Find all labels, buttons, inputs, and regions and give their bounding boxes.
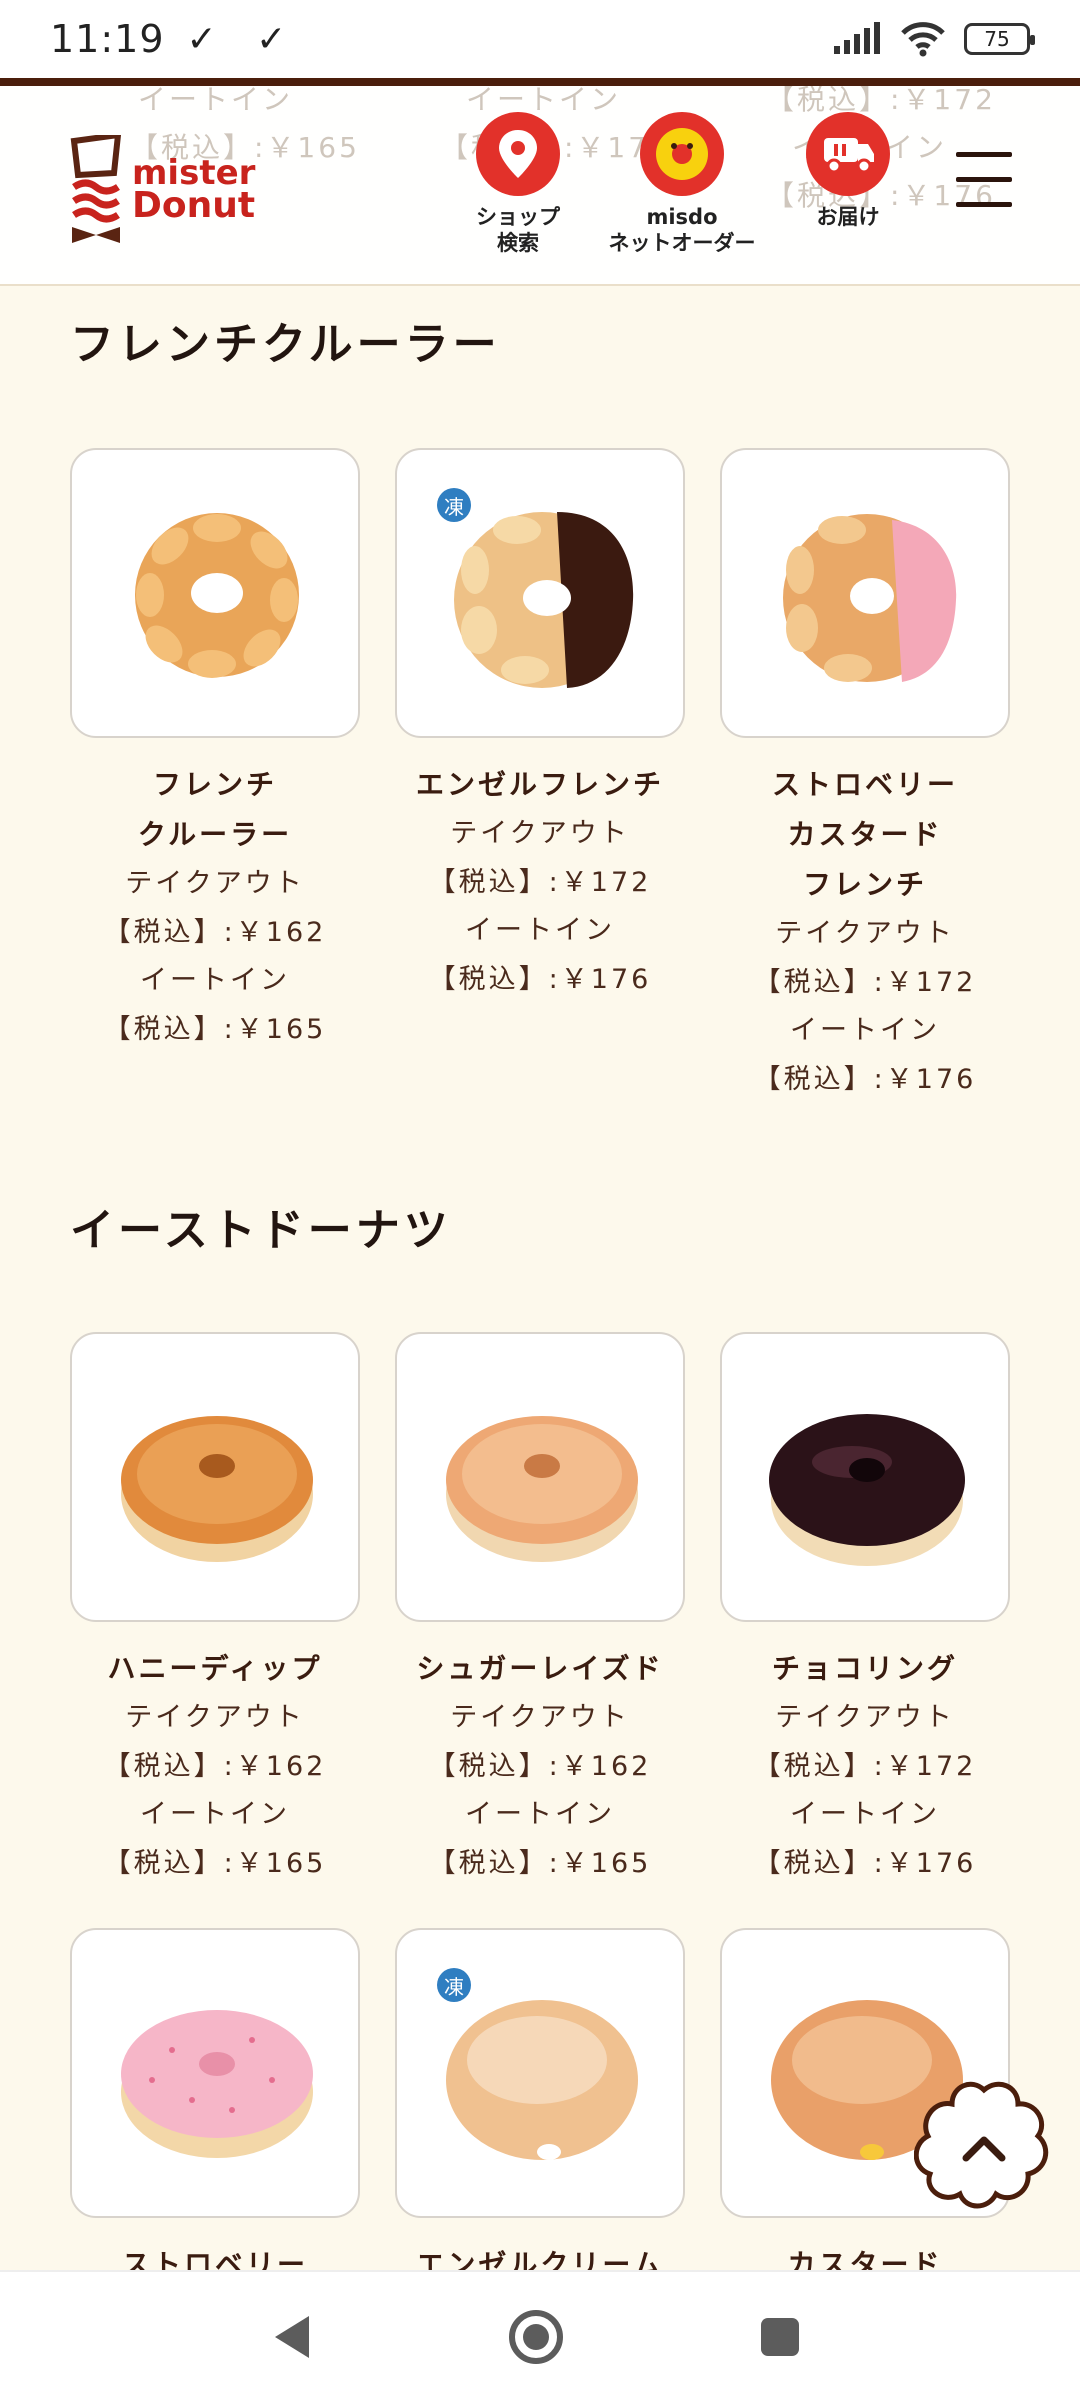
product-name[interactable]: ストロベリー カスタード フレンチ: [720, 760, 1010, 910]
product-price-info: テイクアウト 【税込】:￥172 イートイン 【税込】:￥176: [753, 918, 977, 1095]
delivery-label: お届け: [816, 205, 880, 229]
product-card-strawberry[interactable]: [70, 1928, 360, 2218]
home-circle-icon: [509, 2310, 563, 2364]
product-card-strawberry-custard-french[interactable]: [720, 448, 1010, 738]
product-name[interactable]: チョコリング: [720, 1644, 1010, 1694]
recents-square-icon: [761, 2318, 799, 2356]
logo-text: mister Donut: [132, 156, 256, 227]
mister-donut-logo[interactable]: mister Donut: [66, 130, 256, 250]
logo-mark-icon: [70, 135, 122, 243]
map-pin-icon: [476, 112, 560, 196]
system-navigation-bar: [0, 2270, 1080, 2400]
logo-line-2: Donut: [132, 185, 256, 227]
product-price-info: テイクアウト 【税込】:￥172 イートイン 【税込】:￥176: [753, 1702, 977, 1879]
scroll-to-top-button[interactable]: [914, 2078, 1054, 2218]
donut-image: [121, 2010, 313, 2158]
home-button[interactable]: [476, 2272, 596, 2400]
recents-button[interactable]: [720, 2272, 840, 2400]
product-price-info: テイクアウト 【税込】:￥162 イートイン 【税込】:￥165: [103, 1702, 327, 1879]
net-order-button[interactable]: misdo ネットオーダー: [602, 112, 762, 257]
hamburger-menu-icon[interactable]: [956, 152, 1012, 210]
product-price-info: テイクアウト 【税込】:￥162 イートイン 【税込】:￥165: [428, 1702, 652, 1879]
delivery-button[interactable]: お届け: [768, 112, 928, 230]
status-time: 11:19: [50, 17, 165, 61]
battery-icon: 75: [964, 23, 1035, 55]
delivery-truck-icon: [806, 112, 890, 196]
shop-search-label: ショップ 検索: [476, 205, 560, 256]
product-price-info: テイクアウト 【税込】:￥162 イートイン 【税込】:￥165: [103, 868, 327, 1045]
status-bar: 11:19 ✓ ✓ 75: [0, 0, 1080, 78]
product-name[interactable]: エンゼルフレンチ: [395, 760, 685, 810]
donut-image: [769, 1414, 965, 1566]
product-card-angel-cream[interactable]: 凍: [395, 1928, 685, 2218]
back-button[interactable]: [232, 2272, 352, 2400]
product-card-angel-french[interactable]: 凍: [395, 448, 685, 738]
product-card-sugar-raised[interactable]: [395, 1332, 685, 1622]
battery-level: 75: [984, 27, 1010, 51]
product-card-french-cruller[interactable]: [70, 448, 360, 738]
section-title-french-cruller: フレンチクルーラー: [70, 319, 501, 370]
back-triangle-icon: [275, 2316, 309, 2358]
section-title-yeast-donuts: イーストドーナツ: [70, 1205, 452, 1256]
product-card-chocolate-ring[interactable]: [720, 1332, 1010, 1622]
site-header: イートイン 【税込】:￥165 イートイン 【税込】:￥176 【税込】:￥17…: [0, 86, 1080, 286]
donut-image: [121, 1416, 313, 1562]
donut-image: [783, 514, 957, 682]
product-name[interactable]: シュガーレイズド: [395, 1644, 685, 1694]
shop-search-button[interactable]: ショップ 検索: [438, 112, 598, 257]
product-name[interactable]: ハニーディップ: [70, 1644, 360, 1694]
signal-icon: [834, 22, 880, 54]
product-price-info: テイクアウト 【税込】:￥172 イートイン 【税込】:￥176: [428, 818, 652, 995]
ghost-text: イートイン: [138, 86, 294, 116]
notification-icons: ✓ ✓: [186, 18, 301, 60]
donut-image: [446, 1416, 638, 1562]
misdo-character-icon: [640, 112, 724, 196]
donut-image: [135, 513, 299, 678]
product-name[interactable]: フレンチ クルーラー: [70, 760, 360, 860]
frozen-badge: 凍: [437, 488, 471, 522]
header-accent-line: [0, 78, 1080, 86]
wifi-icon: [901, 22, 945, 57]
frozen-badge: 凍: [437, 1968, 471, 2002]
product-card-honey-dip[interactable]: [70, 1332, 360, 1622]
net-order-label: misdo ネットオーダー: [608, 205, 756, 256]
